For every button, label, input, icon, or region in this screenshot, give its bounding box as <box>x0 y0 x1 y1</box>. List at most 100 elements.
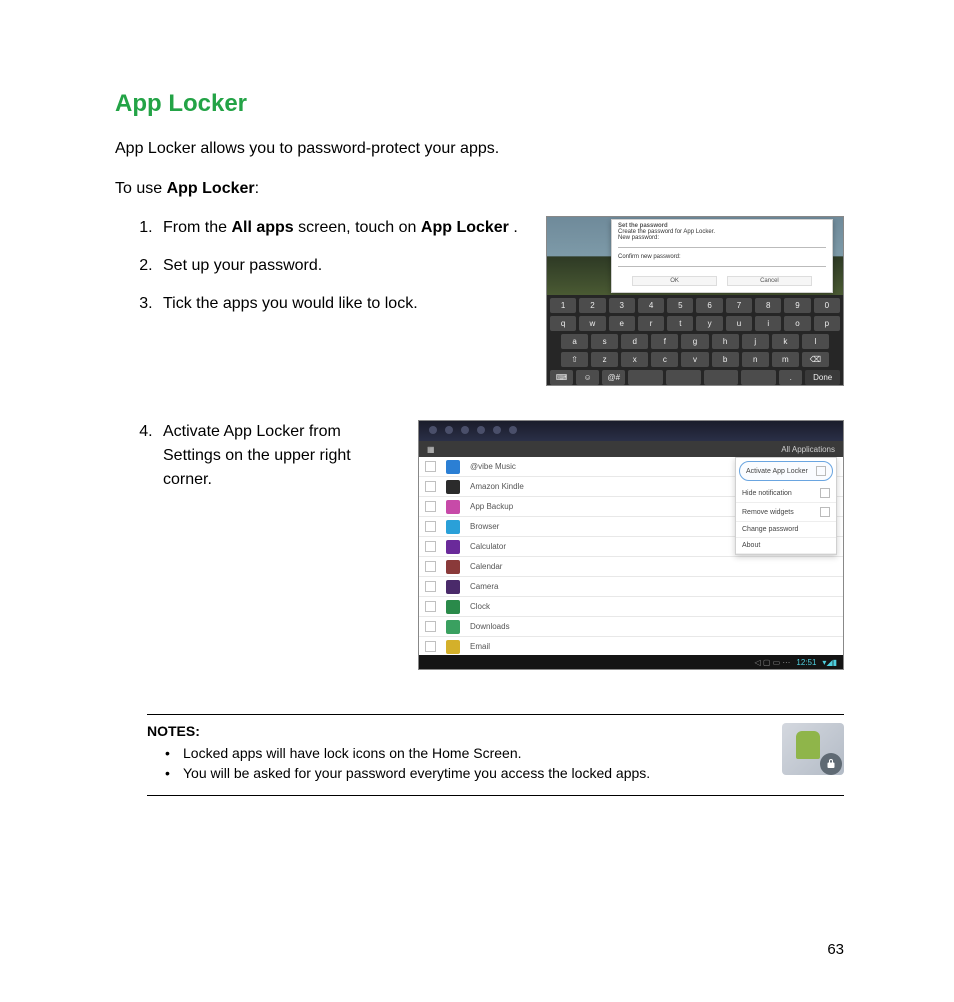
notes-box: NOTES: Locked apps will have lock icons … <box>147 714 844 796</box>
step1-part: . <box>509 219 518 236</box>
cancel-button[interactable]: Cancel <box>727 276 812 286</box>
menu-item[interactable]: Hide notification <box>736 484 836 503</box>
key-o[interactable]: o <box>784 316 810 331</box>
key-w[interactable]: w <box>579 316 605 331</box>
app-name: Clock <box>470 602 490 611</box>
checkbox-icon[interactable] <box>820 507 830 517</box>
status-icons: ▾◢▮ <box>822 658 837 667</box>
checkbox-icon[interactable] <box>816 466 826 476</box>
page-number: 63 <box>827 941 844 958</box>
key-⌨[interactable]: ⌨ <box>550 370 573 385</box>
note-item: Locked apps will have lock icons on the … <box>165 745 764 761</box>
key-l[interactable]: l <box>802 334 829 349</box>
app-name: Calendar <box>470 562 502 571</box>
app-name: Email <box>470 642 490 651</box>
key-p[interactable]: p <box>814 316 840 331</box>
key-a[interactable]: a <box>561 334 588 349</box>
checkbox-icon[interactable] <box>425 461 436 472</box>
steps-list: From the All apps screen, touch on App L… <box>157 216 528 330</box>
key-r[interactable]: r <box>638 316 664 331</box>
key-h[interactable]: h <box>712 334 739 349</box>
app-icon <box>446 620 460 634</box>
key-5[interactable]: 5 <box>667 298 693 313</box>
key-⇧[interactable]: ⇧ <box>561 352 588 367</box>
step1-part: screen, touch on <box>294 219 421 236</box>
app-icon <box>446 540 460 554</box>
checkbox-icon[interactable] <box>425 561 436 572</box>
key-Done[interactable]: Done <box>805 370 840 385</box>
key-@#[interactable]: @# <box>602 370 625 385</box>
key-3[interactable]: 3 <box>609 298 635 313</box>
checkbox-icon[interactable] <box>820 488 830 498</box>
step-1: From the All apps screen, touch on App L… <box>157 216 528 240</box>
key-i[interactable]: i <box>755 316 781 331</box>
step-4: Activate App Locker from Settings on the… <box>157 420 395 492</box>
key-u[interactable]: u <box>726 316 752 331</box>
key-2[interactable]: 2 <box>579 298 605 313</box>
key-[interactable] <box>628 370 663 385</box>
key-q[interactable]: q <box>550 316 576 331</box>
key-8[interactable]: 8 <box>755 298 781 313</box>
menu-item[interactable]: About <box>736 538 836 554</box>
key-g[interactable]: g <box>681 334 708 349</box>
checkbox-icon[interactable] <box>425 621 436 632</box>
key-e[interactable]: e <box>609 316 635 331</box>
app-icon <box>446 580 460 594</box>
menu-item[interactable]: Activate App Locker <box>739 461 833 481</box>
app-name: Calculator <box>470 542 506 551</box>
key-7[interactable]: 7 <box>726 298 752 313</box>
key-v[interactable]: v <box>681 352 708 367</box>
key-s[interactable]: s <box>591 334 618 349</box>
on-screen-keyboard[interactable]: 1234567890 qwertyuiop asdfghjkl ⇧zxcvbnm⌫ ⌨☺… <box>547 295 843 385</box>
key-[interactable] <box>741 370 776 385</box>
app-row[interactable]: Clock <box>419 597 843 617</box>
clock: 12:51 <box>796 658 816 667</box>
checkbox-icon[interactable] <box>425 501 436 512</box>
key-.[interactable]: . <box>779 370 802 385</box>
key-1[interactable]: 1 <box>550 298 576 313</box>
step-2: Set up your password. <box>157 254 528 278</box>
checkbox-icon[interactable] <box>425 521 436 532</box>
checkbox-icon[interactable] <box>425 481 436 492</box>
key-[interactable] <box>704 370 739 385</box>
key-j[interactable]: j <box>742 334 769 349</box>
app-name: Amazon Kindle <box>470 482 524 491</box>
key-⌫[interactable]: ⌫ <box>802 352 829 367</box>
menu-item[interactable]: Change password <box>736 522 836 538</box>
header-icon: ▦ <box>427 445 435 454</box>
step1-part: From the <box>163 219 231 236</box>
key-4[interactable]: 4 <box>638 298 664 313</box>
key-0[interactable]: 0 <box>814 298 840 313</box>
menu-item[interactable]: Remove widgets <box>736 503 836 522</box>
ok-button[interactable]: OK <box>632 276 717 286</box>
app-row[interactable]: Calendar <box>419 557 843 577</box>
app-row[interactable]: Email <box>419 637 843 657</box>
system-bar: ◁ ▢ ▭ ⋯ 12:51 ▾◢▮ <box>419 655 843 669</box>
note-item: You will be asked for your password ever… <box>165 765 764 781</box>
checkbox-icon[interactable] <box>425 641 436 652</box>
key-m[interactable]: m <box>772 352 799 367</box>
key-t[interactable]: t <box>667 316 693 331</box>
checkbox-icon[interactable] <box>425 581 436 592</box>
checkbox-icon[interactable] <box>425 601 436 612</box>
key-6[interactable]: 6 <box>696 298 722 313</box>
new-password-label: New password: <box>618 235 826 241</box>
key-[interactable] <box>666 370 701 385</box>
key-c[interactable]: c <box>651 352 678 367</box>
key-9[interactable]: 9 <box>784 298 810 313</box>
notes-title: NOTES: <box>147 723 764 739</box>
key-y[interactable]: y <box>696 316 722 331</box>
key-z[interactable]: z <box>591 352 618 367</box>
key-b[interactable]: b <box>712 352 739 367</box>
key-x[interactable]: x <box>621 352 648 367</box>
checkbox-icon[interactable] <box>425 541 436 552</box>
step1-bold2: App Locker <box>421 219 509 236</box>
key-d[interactable]: d <box>621 334 648 349</box>
key-f[interactable]: f <box>651 334 678 349</box>
key-☺[interactable]: ☺ <box>576 370 599 385</box>
key-k[interactable]: k <box>772 334 799 349</box>
intro-text: App Locker allows you to password-protec… <box>115 140 844 158</box>
app-row[interactable]: Downloads <box>419 617 843 637</box>
app-row[interactable]: Camera <box>419 577 843 597</box>
key-n[interactable]: n <box>742 352 769 367</box>
